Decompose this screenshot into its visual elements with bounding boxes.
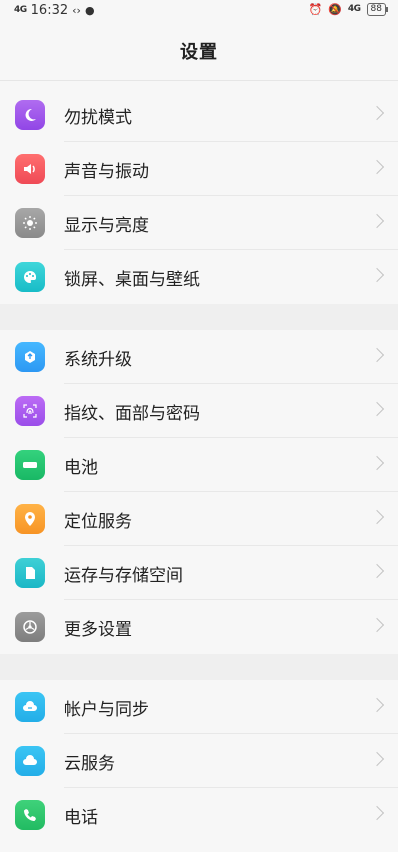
settings-item-label: 勿扰模式 xyxy=(64,107,132,128)
chevron-right-icon xyxy=(369,697,385,713)
battery-icon xyxy=(15,450,45,480)
chevron-right-icon xyxy=(369,267,385,283)
settings-item-phone[interactable]: 电话 xyxy=(0,788,398,842)
storage-icon xyxy=(15,558,45,588)
more-settings-icon xyxy=(15,612,45,642)
palette-icon xyxy=(15,262,45,292)
chevron-right-icon xyxy=(369,563,385,579)
settings-item-label: 定位服务 xyxy=(64,511,132,532)
settings-item-location[interactable]: 定位服务 xyxy=(0,492,398,546)
status-left: 4G 16:32 ‹› ● xyxy=(14,3,95,18)
settings-item-fingerprint-face-password[interactable]: 指纹、面部与密码 xyxy=(0,384,398,438)
chevron-right-icon xyxy=(369,751,385,767)
settings-item-system-upgrade[interactable]: 系统升级 xyxy=(0,330,398,384)
settings-item-label: 锁屏、桌面与壁纸 xyxy=(64,269,200,290)
chevron-right-icon xyxy=(369,213,385,229)
settings-item-ram-storage[interactable]: 运存与存储空间 xyxy=(0,546,398,600)
settings-item-cloud-service[interactable]: 云服务 xyxy=(0,734,398,788)
mute-bell-icon: 🔕 xyxy=(328,3,342,16)
chevron-right-icon xyxy=(369,805,385,821)
chevron-right-icon xyxy=(369,105,385,121)
notification-app-icon: ● xyxy=(84,4,95,17)
battery-indicator: 88 xyxy=(366,3,389,16)
settings-item-battery[interactable]: 电池 xyxy=(0,438,398,492)
settings-item-label: 运存与存储空间 xyxy=(64,565,183,586)
cloud-icon xyxy=(15,746,45,776)
section-gap xyxy=(0,654,398,680)
status-time: 16:32 xyxy=(30,3,69,18)
settings-item-label: 电池 xyxy=(64,457,98,478)
phone-icon xyxy=(15,800,45,830)
moon-icon xyxy=(15,100,45,130)
settings-item-label: 声音与振动 xyxy=(64,161,149,182)
settings-item-label: 帐户与同步 xyxy=(64,699,149,720)
chevron-right-icon xyxy=(369,455,385,471)
status-bar: 4G 16:32 ‹› ● ⏰ 🔕 4G 88 xyxy=(0,0,398,22)
fingerprint-icon xyxy=(15,396,45,426)
chevron-right-icon xyxy=(369,617,385,633)
chevron-right-icon xyxy=(369,347,385,363)
upgrade-icon xyxy=(15,342,45,372)
settings-item-lockscreen-wallpaper[interactable]: 锁屏、桌面与壁纸 xyxy=(0,250,398,304)
settings-item-display-brightness[interactable]: 显示与亮度 xyxy=(0,196,398,250)
chevron-right-icon xyxy=(369,509,385,525)
alarm-icon: ⏰ xyxy=(308,3,323,16)
settings-item-label: 云服务 xyxy=(64,753,115,774)
settings-item-do-not-disturb[interactable]: 勿扰模式 xyxy=(0,88,398,142)
settings-item-label: 系统升级 xyxy=(64,349,132,370)
speaker-icon xyxy=(15,154,45,184)
page-title: 设置 xyxy=(180,42,218,63)
account-sync-icon xyxy=(15,692,45,722)
settings-item-more-settings[interactable]: 更多设置 xyxy=(0,600,398,654)
location-icon xyxy=(15,504,45,534)
sun-icon xyxy=(15,208,45,238)
header: 设置 xyxy=(0,22,398,81)
chevron-right-icon xyxy=(369,401,385,417)
chevron-right-icon xyxy=(369,159,385,175)
status-right: ⏰ 🔕 4G 88 xyxy=(308,3,389,16)
network-type-icon: 4G xyxy=(347,4,361,14)
settings-item-account-sync[interactable]: 帐户与同步 xyxy=(0,680,398,734)
settings-item-label: 显示与亮度 xyxy=(64,215,149,236)
settings-item-sound-vibration[interactable]: 声音与振动 xyxy=(0,142,398,196)
settings-item-label: 指纹、面部与密码 xyxy=(64,403,200,424)
settings-item-label: 电话 xyxy=(64,807,98,828)
nfc-icon: ‹› xyxy=(72,4,81,17)
signal-icon: 4G xyxy=(14,5,27,15)
section-gap xyxy=(0,304,398,330)
settings-item-label: 更多设置 xyxy=(64,619,132,640)
